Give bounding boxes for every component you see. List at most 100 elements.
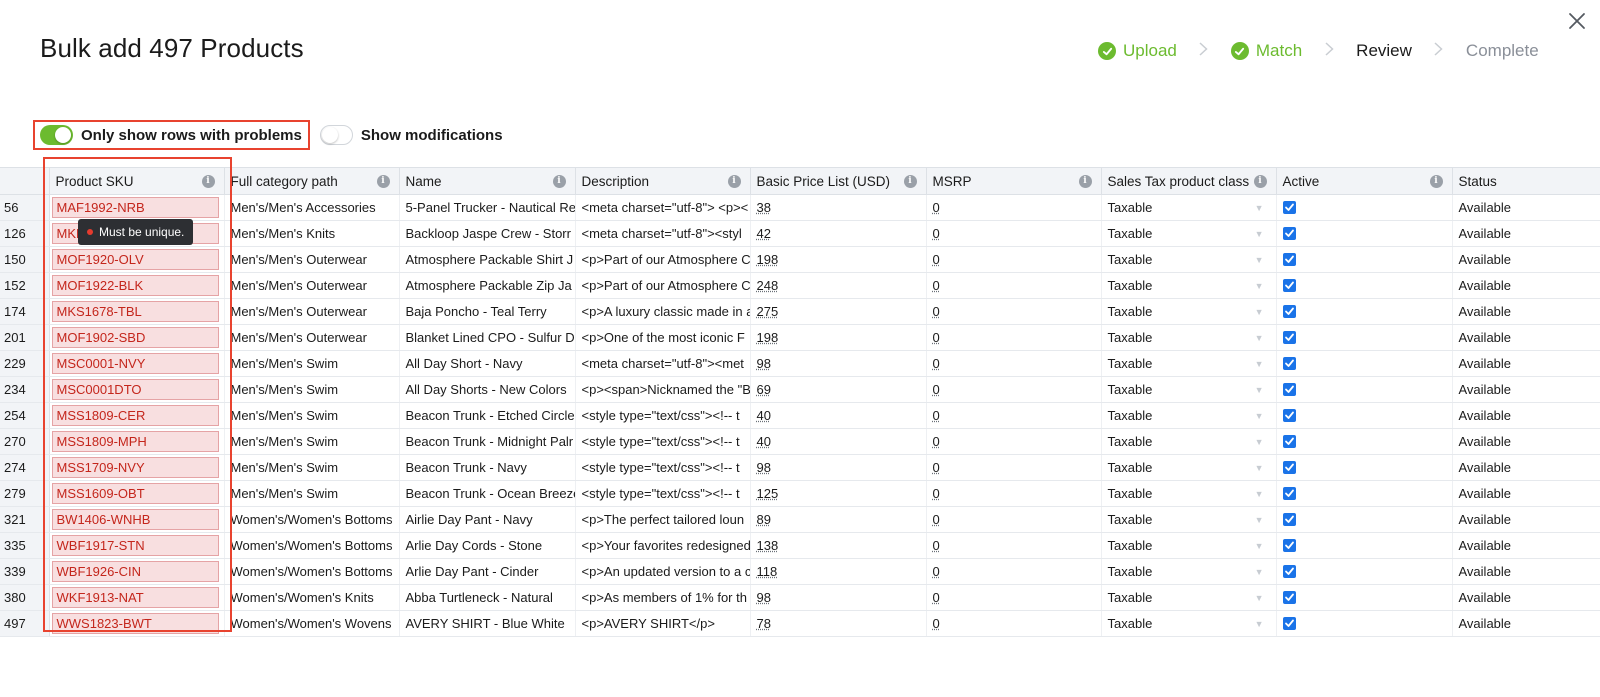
sku-value[interactable]: WBF1917-STN — [51, 535, 219, 556]
active-checkbox[interactable] — [1282, 565, 1296, 579]
step-review[interactable]: Review — [1356, 41, 1412, 61]
info-icon[interactable]: i — [201, 175, 215, 188]
name-cell[interactable]: Baja Poncho - Teal Terry — [399, 298, 576, 325]
msrp-cell[interactable]: 0 — [926, 532, 1102, 559]
sku-cell[interactable]: WWS1823-BWT — [49, 610, 225, 637]
msrp-cell[interactable]: 0 — [926, 480, 1102, 507]
description-cell[interactable]: <style type="text/css"><!-- t — [575, 428, 751, 455]
category-cell[interactable]: Women's/Women's Bottoms — [224, 506, 400, 533]
description-cell[interactable]: <p>Your favorites redesigned — [575, 532, 751, 559]
category-cell[interactable]: Women's/Women's Bottoms — [224, 558, 400, 585]
name-cell[interactable]: Airlie Day Pant - Navy — [399, 506, 576, 533]
column-header-active[interactable]: Active i — [1276, 167, 1453, 195]
tax-class-select[interactable]: Taxable ▼ — [1101, 584, 1277, 611]
sku-value[interactable]: MSC0001DTO — [51, 379, 219, 400]
status-cell[interactable]: Available — [1452, 480, 1600, 507]
sku-value[interactable]: MOF1902-SBD — [51, 327, 219, 348]
modifications-toggle[interactable] — [319, 125, 353, 145]
msrp-cell[interactable]: 0 — [926, 298, 1102, 325]
tax-class-select[interactable]: Taxable ▼ — [1101, 402, 1277, 429]
tax-class-select[interactable]: Taxable ▼ — [1101, 324, 1277, 351]
info-icon[interactable]: i — [1253, 175, 1267, 188]
name-cell[interactable]: 5-Panel Trucker - Nautical Re — [399, 194, 576, 221]
active-checkbox[interactable] — [1282, 487, 1296, 501]
status-cell[interactable]: Available — [1452, 584, 1600, 611]
active-checkbox[interactable] — [1282, 617, 1296, 631]
active-checkbox[interactable] — [1282, 227, 1296, 241]
status-cell[interactable]: Available — [1452, 454, 1600, 481]
column-header-price[interactable]: Basic Price List (USD) i — [750, 167, 927, 195]
category-cell[interactable]: Men's/Men's Swim — [224, 428, 400, 455]
info-icon[interactable]: i — [552, 175, 566, 188]
category-cell[interactable]: Men's/Men's Swim — [224, 402, 400, 429]
price-cell[interactable]: 125 — [750, 480, 927, 507]
active-checkbox[interactable] — [1282, 279, 1296, 293]
category-cell[interactable]: Men's/Men's Swim — [224, 350, 400, 377]
sku-value[interactable]: WWS1823-BWT — [51, 613, 219, 634]
price-cell[interactable]: 98 — [750, 350, 927, 377]
status-cell[interactable]: Available — [1452, 532, 1600, 559]
msrp-cell[interactable]: 0 — [926, 454, 1102, 481]
msrp-cell[interactable]: 0 — [926, 610, 1102, 637]
sku-cell[interactable]: MSS1609-OBT — [49, 480, 225, 507]
close-button[interactable] — [1566, 10, 1588, 32]
msrp-cell[interactable]: 0 — [926, 402, 1102, 429]
name-cell[interactable]: Arlie Day Cords - Stone — [399, 532, 576, 559]
description-cell[interactable]: <p>A luxury classic made in a — [575, 298, 751, 325]
name-cell[interactable]: AVERY SHIRT - Blue White — [399, 610, 576, 637]
active-checkbox[interactable] — [1282, 539, 1296, 553]
msrp-cell[interactable]: 0 — [926, 246, 1102, 273]
category-cell[interactable]: Men's/Men's Swim — [224, 480, 400, 507]
sku-value[interactable]: MOF1920-OLV — [51, 249, 219, 270]
sku-cell[interactable]: MSS1809-CER — [49, 402, 225, 429]
description-cell[interactable]: <p>The perfect tailored loun — [575, 506, 751, 533]
category-cell[interactable]: Women's/Women's Knits — [224, 584, 400, 611]
price-cell[interactable]: 89 — [750, 506, 927, 533]
tax-class-select[interactable]: Taxable ▼ — [1101, 194, 1277, 221]
name-cell[interactable]: Atmosphere Packable Shirt J — [399, 246, 576, 273]
tax-class-select[interactable]: Taxable ▼ — [1101, 376, 1277, 403]
info-icon[interactable]: i — [376, 175, 390, 188]
sku-cell[interactable]: WKF1913-NAT — [49, 584, 225, 611]
active-checkbox[interactable] — [1282, 513, 1296, 527]
description-cell[interactable]: <style type="text/css"><!-- t — [575, 402, 751, 429]
name-cell[interactable]: Beacon Trunk - Ocean Breeze — [399, 480, 576, 507]
name-cell[interactable]: Blanket Lined CPO - Sulfur D — [399, 324, 576, 351]
msrp-cell[interactable]: 0 — [926, 194, 1102, 221]
description-cell[interactable]: <meta charset="utf-8"><met — [575, 350, 751, 377]
sku-value[interactable]: BW1406-WNHB — [51, 509, 219, 530]
status-cell[interactable]: Available — [1452, 376, 1600, 403]
active-checkbox[interactable] — [1282, 461, 1296, 475]
price-cell[interactable]: 198 — [750, 246, 927, 273]
sku-cell[interactable]: MAF1992-NRB — [49, 194, 225, 221]
sku-value[interactable]: WBF1926-CIN — [51, 561, 219, 582]
category-cell[interactable]: Men's/Men's Knits — [224, 220, 400, 247]
active-checkbox[interactable] — [1282, 357, 1296, 371]
category-cell[interactable]: Men's/Men's Outerwear — [224, 272, 400, 299]
msrp-cell[interactable]: 0 — [926, 558, 1102, 585]
step-upload[interactable]: Upload — [1098, 41, 1177, 61]
price-cell[interactable]: 118 — [750, 558, 927, 585]
msrp-cell[interactable]: 0 — [926, 428, 1102, 455]
info-icon[interactable]: i — [903, 175, 917, 188]
sku-value[interactable]: MSC0001-NVY — [51, 353, 219, 374]
status-cell[interactable]: Available — [1452, 506, 1600, 533]
sku-cell[interactable]: BW1406-WNHB — [49, 506, 225, 533]
tax-class-select[interactable]: Taxable ▼ — [1101, 298, 1277, 325]
status-cell[interactable]: Available — [1452, 298, 1600, 325]
status-cell[interactable]: Available — [1452, 194, 1600, 221]
active-checkbox[interactable] — [1282, 435, 1296, 449]
msrp-cell[interactable]: 0 — [926, 220, 1102, 247]
name-cell[interactable]: Abba Turtleneck - Natural — [399, 584, 576, 611]
tax-class-select[interactable]: Taxable ▼ — [1101, 558, 1277, 585]
price-cell[interactable]: 248 — [750, 272, 927, 299]
status-cell[interactable]: Available — [1452, 402, 1600, 429]
sku-value[interactable]: WKF1913-NAT — [51, 587, 219, 608]
active-checkbox[interactable] — [1282, 305, 1296, 319]
sku-value[interactable]: MKS1678-TBL — [51, 301, 219, 322]
tax-class-select[interactable]: Taxable ▼ — [1101, 506, 1277, 533]
tax-class-select[interactable]: Taxable ▼ — [1101, 480, 1277, 507]
sku-cell[interactable]: MKS1678-TBL — [49, 298, 225, 325]
tax-class-select[interactable]: Taxable ▼ — [1101, 220, 1277, 247]
info-icon[interactable]: i — [727, 175, 741, 188]
